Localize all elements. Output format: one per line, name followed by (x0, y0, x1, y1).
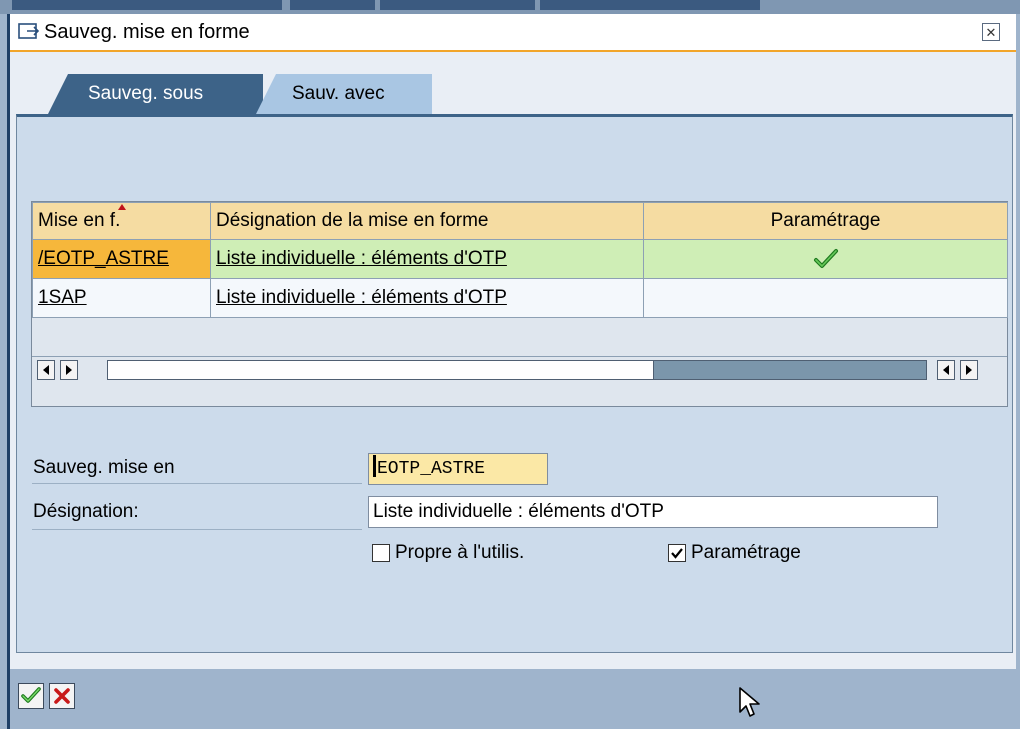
parametrage-cell (643, 278, 1008, 318)
scroll-track[interactable] (107, 360, 927, 380)
designation-cell[interactable]: Liste individuelle : éléments d'OTP (210, 278, 644, 318)
default-setting-label: Paramétrage (691, 542, 801, 563)
dialog-icon (18, 23, 40, 41)
checkbox-box[interactable] (372, 544, 390, 562)
column-header-layout[interactable]: Mise en f. (32, 202, 211, 240)
tab-panel: Mise en f. Désignation de la mise en for… (16, 114, 1013, 653)
mouse-pointer-icon (739, 687, 760, 717)
close-icon[interactable]: ✕ (982, 23, 1000, 41)
background-window-strip (0, 0, 1020, 14)
tab-save-as[interactable]: Sauveg. sous (48, 74, 263, 114)
background-tab (12, 0, 282, 10)
column-header-parametrage[interactable]: Paramétrage (643, 202, 1008, 240)
layout-cell[interactable]: /EOTP_ASTRE (32, 239, 211, 279)
checkmark-icon (21, 687, 41, 703)
designation-input[interactable]: Liste individuelle : éléments d'OTP (368, 496, 938, 528)
user-specific-label: Propre à l'utilis. (395, 542, 525, 563)
tab-save-with[interactable]: Sauv. avec (256, 74, 432, 114)
column-header-designation[interactable]: Désignation de la mise en forme (210, 202, 644, 240)
table-row[interactable]: 1SAP Liste individuelle : éléments d'OTP (32, 278, 1008, 318)
dialog-titlebar: Sauveg. mise en forme ✕ (10, 14, 1016, 52)
designation-cell[interactable]: Liste individuelle : éléments d'OTP (210, 239, 644, 279)
dialog-footer (10, 669, 1016, 729)
sort-indicator: Mise en f. (38, 210, 121, 231)
dialog-title: Sauveg. mise en forme (44, 20, 250, 43)
checkbox-box[interactable] (668, 544, 686, 562)
scroll-left-icon[interactable] (937, 360, 955, 380)
designation-label: Désignation: (33, 501, 139, 522)
checkmark-icon (813, 248, 839, 269)
tab-strip: Sauveg. sous Sauv. avec (10, 74, 1016, 114)
save-layout-dialog: Sauveg. mise en forme ✕ Sauveg. sous Sau… (7, 14, 1016, 729)
empty-row (32, 318, 1007, 357)
cancel-x-icon (54, 688, 70, 704)
form-divider (32, 529, 362, 530)
confirm-button[interactable] (18, 683, 44, 709)
layout-name-input[interactable]: EOTP_ASTRE (368, 453, 548, 485)
layout-cell[interactable]: 1SAP (32, 278, 211, 318)
text-cursor (373, 455, 376, 477)
background-tab (540, 0, 760, 10)
table-row[interactable]: /EOTP_ASTRE Liste individuelle : élément… (32, 239, 1008, 279)
save-as-label: Sauveg. mise en (33, 457, 175, 478)
layout-table: Mise en f. Désignation de la mise en for… (32, 202, 1008, 318)
horizontal-scrollbar[interactable] (32, 358, 1007, 382)
cancel-button[interactable] (49, 683, 75, 709)
scroll-right-icon[interactable] (960, 360, 978, 380)
scroll-left-icon[interactable] (37, 360, 55, 380)
background-tab (380, 0, 535, 10)
form-divider (32, 483, 362, 484)
default-setting-checkbox[interactable]: Paramétrage (668, 542, 801, 564)
layout-grid: Mise en f. Désignation de la mise en for… (31, 201, 1008, 407)
checkbox-check-icon (671, 548, 683, 559)
background-tab (290, 0, 375, 10)
table-header-row: Mise en f. Désignation de la mise en for… (32, 202, 1008, 240)
user-specific-checkbox[interactable]: Propre à l'utilis. (372, 542, 524, 564)
scroll-right-icon[interactable] (60, 360, 78, 380)
parametrage-cell (643, 239, 1008, 279)
scroll-thumb[interactable] (653, 361, 926, 379)
